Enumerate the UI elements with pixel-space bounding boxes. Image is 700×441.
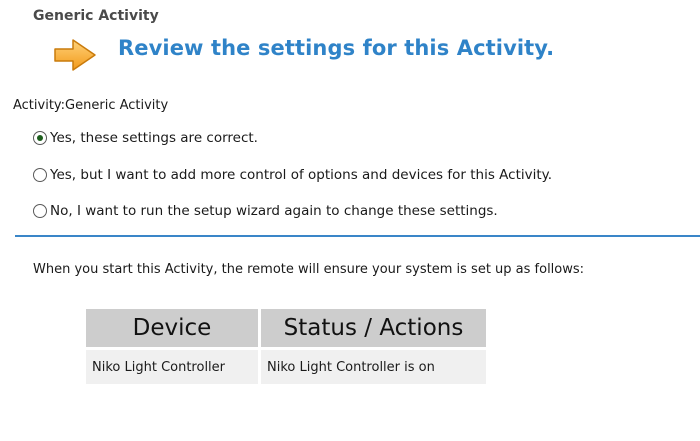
table-header-row: Device Status / Actions [86, 309, 486, 347]
column-header-status-actions: Status / Actions [261, 309, 486, 347]
option-label: Yes, but I want to add more control of o… [50, 167, 553, 183]
radio-unselected-icon[interactable] [33, 168, 47, 182]
option-settings-correct[interactable]: Yes, these settings are correct. [33, 130, 258, 146]
option-add-more-control[interactable]: Yes, but I want to add more control of o… [33, 167, 552, 183]
section-title: Generic Activity [33, 8, 159, 24]
setup-intro-text: When you start this Activity, the remote… [33, 262, 585, 277]
orange-arrow-right-icon [54, 39, 96, 71]
activity-name-label: Activity:Generic Activity [13, 98, 169, 113]
option-label: Yes, these settings are correct. [50, 130, 258, 146]
page-headline: Review the settings for this Activity. [118, 36, 555, 60]
option-run-setup-wizard[interactable]: No, I want to run the setup wizard again… [33, 203, 498, 219]
option-label: No, I want to run the setup wizard again… [50, 203, 498, 219]
radio-unselected-icon[interactable] [33, 204, 47, 218]
section-divider [15, 235, 700, 237]
status-cell: Niko Light Controller is on [261, 350, 486, 384]
device-cell: Niko Light Controller [86, 350, 258, 384]
device-status-table: Device Status / Actions Niko Light Contr… [83, 306, 489, 387]
column-header-device: Device [86, 309, 258, 347]
table-row: Niko Light Controller Niko Light Control… [86, 350, 486, 384]
radio-selected-icon[interactable] [33, 131, 47, 145]
